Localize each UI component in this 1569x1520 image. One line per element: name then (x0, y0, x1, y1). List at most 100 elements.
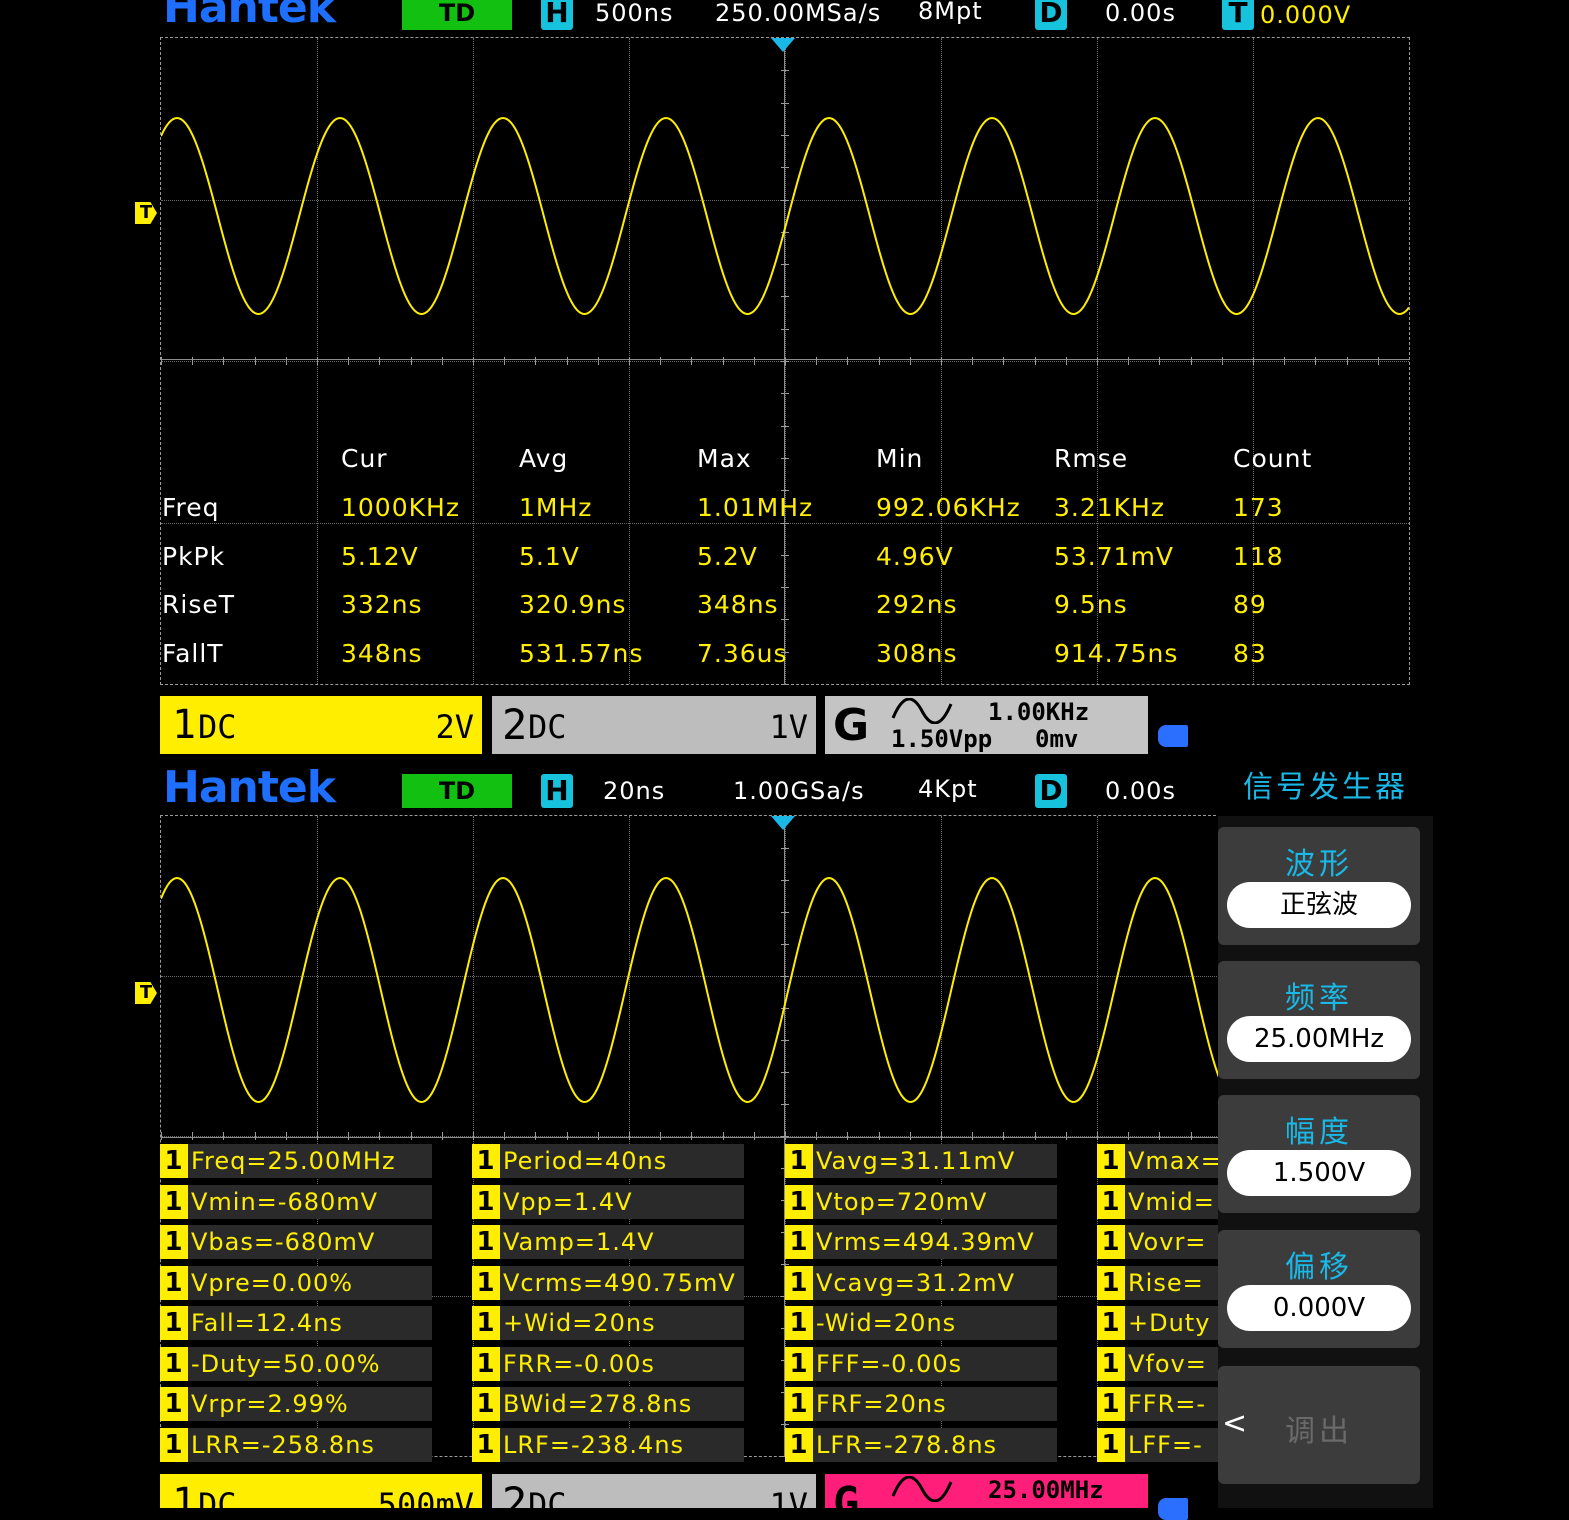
measurement-item: 1 Fall=12.4ns (160, 1306, 432, 1340)
delay-value[interactable]: 0.00s (1105, 0, 1176, 30)
stats-cell: 7.36us (697, 639, 788, 668)
mode-badge[interactable]: TD (402, 774, 512, 808)
measurement-text: Rise= (1128, 1268, 1204, 1297)
trigger-position-marker[interactable] (771, 816, 795, 830)
hantek-logo: Hantek (163, 762, 336, 813)
measurement-item: 1 -Duty=50.00% (160, 1346, 432, 1381)
ch1-trace (161, 116, 1409, 315)
waveform-value: 正弦波 (1227, 882, 1411, 928)
sample-rate: 250.00MSa/s (715, 0, 882, 27)
measurement-text: Vamp=1.4V (503, 1228, 655, 1256)
generator-settings[interactable]: G 1.00KHz 1.50Vpp 0mv (825, 696, 1148, 754)
measurement-channel-badge: 1 (1097, 1427, 1125, 1462)
measurement-channel-badge: 1 (785, 1346, 813, 1381)
exit-button[interactable]: < 调出 (1218, 1366, 1420, 1484)
measurement-item: 1 LFF=- (1097, 1427, 1218, 1462)
mode-badge[interactable]: TD (402, 0, 512, 30)
stats-cell: 9.5ns (1054, 590, 1128, 619)
measurement-text: BWid=278.8ns (503, 1390, 693, 1418)
measurement-item: 1 Vavg=31.11mV (785, 1144, 1057, 1178)
measurement-item: 1 +Wid=20ns (472, 1306, 744, 1340)
trigger-level[interactable]: 0.000V (1260, 0, 1351, 32)
measurement-text: FFF=-0.00s (816, 1349, 963, 1378)
generator-letter: G (833, 700, 870, 751)
exit-label: 调出 (1285, 1414, 1353, 1449)
waveform-button[interactable]: 波形 正弦波 (1218, 827, 1420, 945)
stats-cell: 992.06KHz (876, 493, 1021, 522)
ch1-scale: 2V (435, 708, 474, 746)
stats-row-label: PkPk (162, 542, 226, 571)
trigger-level-marker[interactable]: T (135, 202, 157, 224)
ch2-coupling: DC (528, 1486, 567, 1508)
measurement-item: 1 LRF=-238.4ns (472, 1427, 744, 1462)
measurement-item: 1 Vmax= (1097, 1144, 1218, 1178)
stats-col-min: Min (876, 444, 924, 473)
measurement-item: 1 Vcavg=31.2mV (785, 1265, 1057, 1300)
measurement-item: 1 Vpp=1.4V (472, 1184, 744, 1219)
measurement-text: Vmin=-680mV (191, 1187, 379, 1216)
measurement-text: Fall=12.4ns (191, 1309, 343, 1337)
measurement-item: 1 Vpre=0.00% (160, 1265, 432, 1300)
generator-settings[interactable]: G 25.00MHz (825, 1474, 1148, 1508)
ch2-settings[interactable]: 2 DC 1V (492, 1474, 816, 1508)
measurement-channel-badge: 1 (1097, 1225, 1125, 1259)
delay-value[interactable]: 0.00s (1105, 774, 1176, 808)
sine-wave-icon (891, 698, 953, 724)
trigger-badge: T (1222, 0, 1254, 30)
ch1-waveform-top (161, 116, 1409, 315)
measurement-text: LFR=-278.8ns (816, 1430, 998, 1459)
measurement-text: Vpp=1.4V (503, 1187, 633, 1216)
measurement-channel-badge: 1 (472, 1346, 500, 1381)
generator-frequency: 25.00MHz (988, 1476, 1104, 1504)
measurement-text: Vrms=494.39mV (816, 1228, 1035, 1256)
sine-wave-icon (891, 1476, 953, 1502)
trigger-position-marker[interactable] (771, 38, 795, 52)
amplitude-value: 1.500V (1227, 1150, 1411, 1196)
frequency-button[interactable]: 频率 25.00MHz (1218, 961, 1420, 1079)
measurement-item: 1 Vmid= (1097, 1184, 1218, 1219)
stats-cell: 5.12V (341, 542, 419, 571)
stats-cell: 5.2V (697, 542, 758, 571)
measurement-item: 1 BWid=278.8ns (472, 1387, 744, 1421)
stats-cell: 1MHz (519, 493, 593, 522)
amplitude-label: 幅度 (1285, 1115, 1353, 1150)
measurement-channel-badge: 1 (472, 1387, 500, 1421)
stats-cell: 118 (1233, 542, 1284, 571)
horizontal-badge: H (541, 0, 573, 30)
ch1-settings[interactable]: 1 DC 500mV (160, 1474, 482, 1508)
delay-badge: D (1035, 0, 1067, 30)
amplitude-button[interactable]: 幅度 1.500V (1218, 1095, 1420, 1213)
timebase[interactable]: 500ns (595, 0, 674, 30)
measurement-channel-badge: 1 (472, 1427, 500, 1462)
waveform-display-top[interactable] (160, 37, 1410, 685)
measurement-item: 1 +Duty (1097, 1306, 1218, 1340)
measurement-item: 1 Vmin=-680mV (160, 1184, 432, 1219)
measurement-channel-badge: 1 (160, 1346, 188, 1381)
measurement-item: 1 LFR=-278.8ns (785, 1427, 1057, 1462)
stats-cell: 4.96V (876, 542, 954, 571)
measurement-channel-badge: 1 (785, 1184, 813, 1219)
ch1-coupling: DC (198, 1486, 237, 1508)
measurement-item: 1 Period=40ns (472, 1144, 744, 1178)
measurement-channel-badge: 1 (1097, 1144, 1125, 1178)
timebase[interactable]: 20ns (603, 774, 665, 808)
waveform-label: 波形 (1285, 847, 1353, 882)
measurement-item: 1 FRF=20ns (785, 1387, 1057, 1421)
ch2-settings[interactable]: 2 DC 1V (492, 696, 816, 754)
stats-row-label: Freq (162, 493, 220, 522)
measurement-item: 1 FFF=-0.00s (785, 1346, 1057, 1381)
measurement-text: LFF=- (1128, 1430, 1203, 1459)
measurement-item: 1 Vtop=720mV (785, 1184, 1057, 1219)
generator-frequency: 1.00KHz (988, 698, 1090, 726)
ch1-settings[interactable]: 1 DC 2V (160, 696, 482, 754)
offset-button[interactable]: 偏移 0.000V (1218, 1230, 1420, 1348)
offset-label: 偏移 (1285, 1250, 1353, 1285)
ch1-scale: 500mV (377, 1486, 474, 1508)
measurement-item: 1 Vamp=1.4V (472, 1225, 744, 1259)
measurement-item: 1 Freq=25.00MHz (160, 1144, 432, 1178)
offset-value: 0.000V (1227, 1285, 1411, 1331)
trigger-level-marker[interactable]: T (135, 982, 157, 1004)
usb-icon (1158, 1498, 1188, 1520)
memory-depth: 4Kpt (918, 775, 978, 803)
stats-col-cur: Cur (341, 444, 388, 473)
